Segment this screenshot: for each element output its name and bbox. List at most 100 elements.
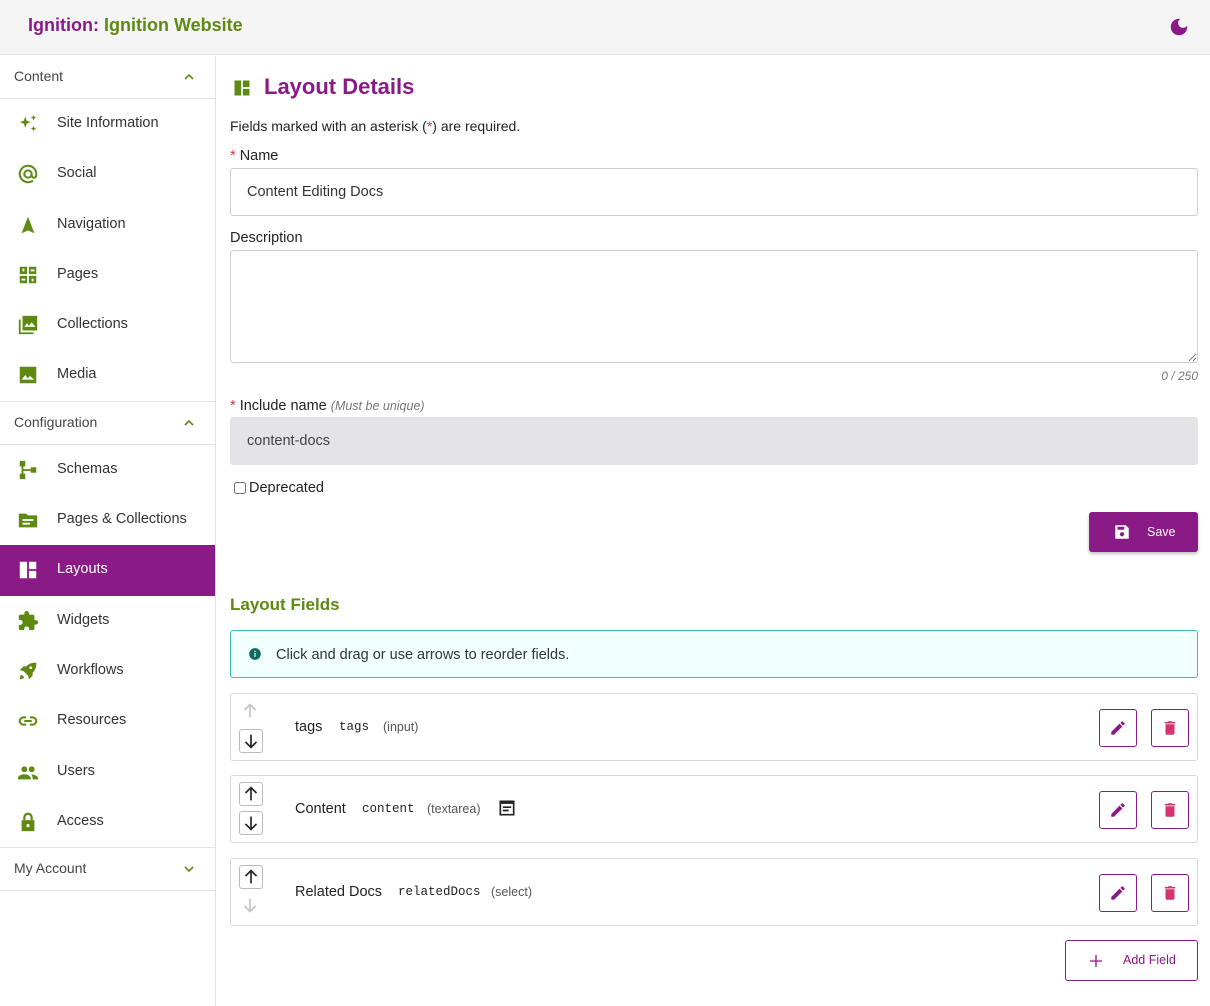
delete-field-button[interactable] xyxy=(1151,791,1189,829)
sidebar-item-label: Site Information xyxy=(57,115,159,131)
layout-icon xyxy=(234,80,250,96)
sidebar-item-label: Social xyxy=(57,165,97,182)
description-label: Description xyxy=(230,230,303,246)
chevron-up-icon xyxy=(184,419,194,426)
arrow-down-icon xyxy=(243,898,257,913)
field-key: tags xyxy=(339,720,370,734)
deprecated-label: Deprecated xyxy=(249,480,324,496)
add-field-button[interactable]: Add Field xyxy=(1065,940,1198,981)
sidebar-section-content[interactable]: Content xyxy=(0,56,215,99)
save-icon xyxy=(1115,525,1129,539)
app-brand[interactable]: Ignition: Ignition Website xyxy=(28,15,243,36)
lock-icon xyxy=(17,811,39,833)
sidebar-item-label: Workflows xyxy=(57,661,124,678)
sidebar-item-label: Collections xyxy=(57,316,128,333)
arrow-up-icon xyxy=(244,869,258,884)
sidebar-section-label: Configuration xyxy=(14,413,98,430)
required-note-end: ) are required. xyxy=(432,118,521,134)
move-down-button[interactable] xyxy=(239,729,263,753)
sidebar-item-media[interactable]: Media xyxy=(0,350,215,400)
rich-text-icon xyxy=(499,800,515,816)
sidebar-item-label: Widgets xyxy=(57,611,110,628)
sidebar-item-access[interactable]: Access xyxy=(0,797,215,847)
layout-field-row[interactable]: Content content (textarea) xyxy=(230,775,1198,843)
sidebar-item-widgets[interactable]: Widgets xyxy=(0,596,215,646)
include-name-hint: (Must be unique) xyxy=(330,399,425,413)
field-label: tags xyxy=(295,719,323,735)
sidebar-item-pages[interactable]: Pages xyxy=(0,250,215,300)
sidebar-section-my-account[interactable]: My Account xyxy=(0,848,215,892)
arrow-up-icon xyxy=(243,703,257,718)
info-icon xyxy=(249,648,261,660)
sparkle-icon xyxy=(17,113,39,135)
users-icon xyxy=(17,761,39,783)
layout-fields-title: Layout Fields xyxy=(230,595,340,614)
deprecated-checkbox-row[interactable]: Deprecated xyxy=(234,480,324,496)
sidebar-item-label: Pages xyxy=(57,265,99,282)
sidebar-item-label: Pages & Collections xyxy=(57,511,187,528)
description-char-counter: 0 / 250 xyxy=(1161,369,1198,383)
sidebar-item-label: Layouts xyxy=(57,561,108,578)
sidebar-item-social[interactable]: Social xyxy=(0,149,215,199)
trash-icon xyxy=(1164,886,1176,900)
required-note: Fields marked with an asterisk (*) are r… xyxy=(230,118,520,134)
pencil-icon xyxy=(1111,886,1125,900)
sidebar-item-users[interactable]: Users xyxy=(0,747,215,797)
image-collection-icon xyxy=(17,314,39,336)
sidebar-item-schemas[interactable]: Schemas xyxy=(0,445,215,495)
move-up-button[interactable] xyxy=(239,865,263,889)
trash-icon xyxy=(1164,721,1176,735)
arrow-up-icon xyxy=(244,786,258,801)
folder-icon xyxy=(17,509,39,531)
description-textarea[interactable] xyxy=(230,250,1198,363)
edit-field-button[interactable] xyxy=(1099,874,1137,912)
page-title: Layout Details xyxy=(264,74,415,99)
move-up-button[interactable] xyxy=(239,782,263,806)
moon-icon[interactable] xyxy=(1168,16,1190,38)
arrow-down-icon xyxy=(244,816,258,831)
sidebar-item-resources[interactable]: Resources xyxy=(0,696,215,746)
at-sign-icon xyxy=(17,163,39,185)
edit-field-button[interactable] xyxy=(1099,791,1137,829)
sidebar: Content Site Information Social Navigati… xyxy=(0,56,216,1006)
plus-icon xyxy=(1090,955,1102,967)
pencil-icon xyxy=(1111,721,1125,735)
add-field-label: Add Field xyxy=(1123,953,1176,967)
reorder-info-text: Click and drag or use arrows to reorder … xyxy=(276,647,570,663)
top-bar: Ignition: Ignition Website xyxy=(0,0,1210,55)
link-icon xyxy=(17,710,39,732)
sidebar-item-label: Navigation xyxy=(57,215,126,232)
delete-field-button[interactable] xyxy=(1151,874,1189,912)
chevron-down-icon xyxy=(184,866,194,873)
layout-field-row[interactable]: tags tags (input) xyxy=(230,693,1198,761)
move-down-button xyxy=(239,894,263,918)
sidebar-item-workflows[interactable]: Workflows xyxy=(0,646,215,696)
delete-field-button[interactable] xyxy=(1151,709,1189,747)
deprecated-checkbox[interactable] xyxy=(234,482,246,494)
name-input[interactable] xyxy=(230,168,1198,216)
layout-field-row[interactable]: Related Docs relatedDocs (select) xyxy=(230,858,1198,926)
field-type: (input) xyxy=(383,720,419,734)
sidebar-item-label: Resources xyxy=(57,712,127,729)
required-star: * xyxy=(230,148,236,164)
rocket-icon xyxy=(17,660,39,682)
sidebar-item-site-information[interactable]: Site Information xyxy=(0,99,215,149)
edit-field-button[interactable] xyxy=(1099,709,1137,747)
pages-icon xyxy=(17,264,39,286)
trash-icon xyxy=(1164,803,1176,817)
sidebar-item-pages-collections[interactable]: Pages & Collections xyxy=(0,495,215,545)
include-name-label: * Include name (Must be unique) xyxy=(230,398,425,414)
navigation-arrow-icon xyxy=(17,214,39,236)
save-button-label: Save xyxy=(1147,525,1176,539)
main-content: Layout Details Fields marked with an ast… xyxy=(216,56,1210,1006)
sidebar-section-configuration[interactable]: Configuration xyxy=(0,402,215,445)
field-type: (textarea) xyxy=(427,802,481,816)
include-name-label-text: Include name xyxy=(239,398,327,414)
sidebar-item-navigation[interactable]: Navigation xyxy=(0,200,215,250)
move-down-button[interactable] xyxy=(239,811,263,835)
sidebar-section-label: Content xyxy=(14,68,64,84)
save-button[interactable]: Save xyxy=(1089,512,1198,552)
sidebar-item-collections[interactable]: Collections xyxy=(0,300,215,350)
field-label: Content xyxy=(295,801,346,817)
sidebar-item-layouts[interactable]: Layouts xyxy=(0,545,215,596)
